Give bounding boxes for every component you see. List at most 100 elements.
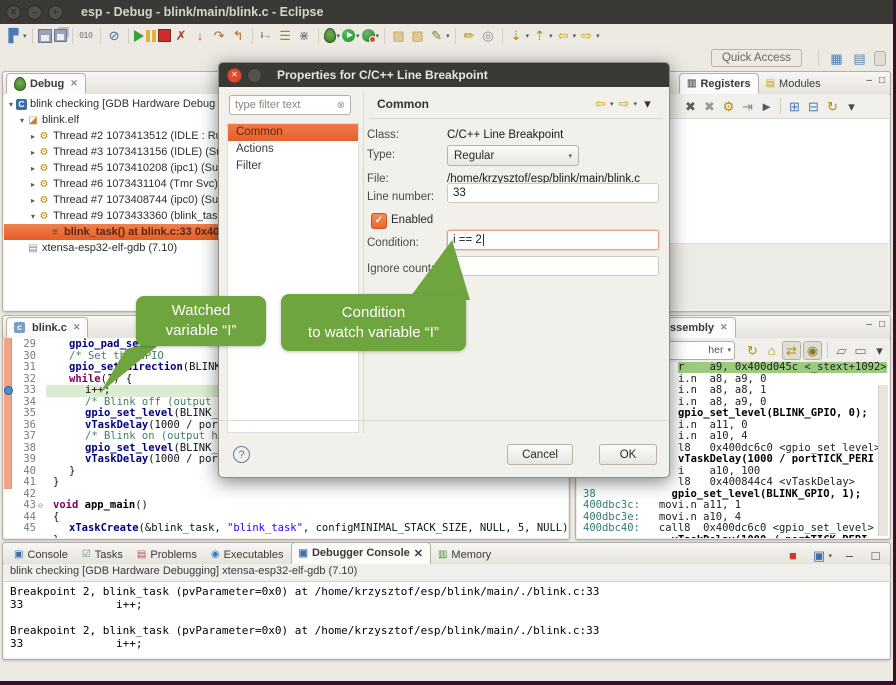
remove-selected-icon[interactable]: ✖: [682, 98, 699, 115]
display-selected-console-icon[interactable]: ▣: [810, 547, 827, 564]
mark-occurrences-icon[interactable]: ✏: [461, 27, 478, 44]
remove-selected-icon[interactable]: ✖: [682, 98, 699, 115]
expand-arrow-icon[interactable]: ▸: [28, 164, 38, 173]
tab-console[interactable]: ▣Console: [7, 545, 75, 564]
view-menu-icon[interactable]: ▾: [843, 98, 860, 115]
pin-icon[interactable]: ▭: [852, 342, 869, 359]
step-into-icon[interactable]: ↓: [192, 27, 209, 44]
cpp-perspective-icon[interactable]: ▤: [851, 50, 868, 67]
editor-line[interactable]: 43⊖void app_main(): [4, 500, 568, 512]
disassembly-scrollbar[interactable]: [878, 385, 888, 536]
type-dropdown[interactable]: Regular ▾: [447, 145, 579, 166]
window-close-icon[interactable]: ✕: [6, 5, 21, 20]
view-menu-icon[interactable]: ▾: [871, 342, 888, 359]
debug-tree-item[interactable]: ▸⚙Thread #5 1073410208 (ipc1) (Susp: [4, 160, 220, 176]
debug-tree-item[interactable]: ▸⚙Thread #3 1073413156 (IDLE) (Susp: [4, 144, 220, 160]
debug-tree-item[interactable]: ▸⚙Thread #2 1073413512 (IDLE : Runn: [4, 128, 220, 144]
filter-input[interactable]: type filter text ⊗: [229, 95, 351, 115]
binary-icon[interactable]: 010: [78, 27, 95, 44]
tab-problems[interactable]: ▤Problems: [130, 545, 204, 564]
open-perspective-icon[interactable]: ▦: [828, 50, 845, 67]
window-maximize-icon[interactable]: +: [48, 5, 63, 20]
refresh-icon[interactable]: ↻: [744, 342, 761, 359]
refresh-icon[interactable]: ↻: [824, 98, 841, 115]
maximize-icon[interactable]: □: [879, 75, 885, 86]
view-menu-icon[interactable]: ▾: [871, 342, 888, 359]
tab-modules[interactable]: ▤Modules: [759, 73, 828, 94]
minimize-icon[interactable]: –: [866, 75, 872, 86]
debug-icon[interactable]: [324, 28, 336, 43]
mark-occurrences-icon[interactable]: ✏: [461, 27, 478, 44]
home-icon[interactable]: ⌂: [763, 342, 780, 359]
forward-icon[interactable]: ⇨: [615, 95, 632, 112]
ok-button[interactable]: OK: [599, 444, 657, 465]
suspend-icon[interactable]: [146, 30, 156, 42]
condition-input[interactable]: i == 2: [447, 230, 659, 250]
back-icon[interactable]: ⇦▾: [592, 95, 614, 112]
open-perspective-icon[interactable]: ▦: [828, 50, 845, 67]
instruction-stepping-icon[interactable]: i→: [258, 27, 275, 44]
import-icon[interactable]: ⇥: [739, 98, 756, 115]
open-new-view-icon[interactable]: ▱: [833, 342, 850, 359]
terminate-icon[interactable]: ■: [784, 547, 801, 564]
expand-arrow-icon[interactable]: ▾: [6, 100, 16, 109]
external-tools-icon[interactable]: ▾: [362, 29, 380, 42]
step-return-icon[interactable]: ↰: [230, 27, 247, 44]
dropdown-caret-icon[interactable]: ▾: [356, 32, 360, 40]
collapse-all-icon[interactable]: ⊟: [805, 98, 822, 115]
view-menu-icon[interactable]: ▾: [639, 95, 656, 112]
dialog-minimize-icon[interactable]: [247, 68, 262, 83]
back-icon[interactable]: ⇦: [555, 27, 572, 44]
debug-icon[interactable]: ▾: [324, 28, 341, 43]
terminate-icon[interactable]: [158, 29, 171, 42]
step-filters-icon[interactable]: ⋇: [296, 27, 313, 44]
sync-selection-icon[interactable]: ⇄: [782, 341, 801, 360]
tab-registers[interactable]: ▥Registers: [679, 73, 759, 94]
window-minimize-icon[interactable]: –: [27, 5, 42, 20]
new-source-folder-icon[interactable]: ▨: [390, 27, 407, 44]
expand-arrow-icon[interactable]: ▸: [28, 196, 38, 205]
import-icon[interactable]: ⇥: [739, 98, 756, 115]
skip-breakpoints-icon[interactable]: ⊘: [106, 27, 123, 44]
step-into-icon[interactable]: ↓: [192, 27, 209, 44]
close-icon[interactable]: ✕: [720, 322, 728, 333]
tab-executables[interactable]: ◉Executables: [204, 545, 291, 564]
step-over-icon[interactable]: ↷: [211, 27, 228, 44]
run-icon[interactable]: ▾: [342, 29, 360, 42]
maximize-icon[interactable]: □: [867, 547, 884, 564]
close-icon[interactable]: ✕: [70, 78, 78, 89]
open-new-view-icon[interactable]: ▱: [833, 342, 850, 359]
debug-tree-item[interactable]: ▸⚙Thread #7 1073408744 (ipc0) (Susp: [4, 192, 220, 208]
enabled-checkbox[interactable]: ✓: [371, 213, 387, 229]
last-edit-location-icon[interactable]: ⇣: [508, 27, 525, 44]
dropdown-caret-icon[interactable]: ▾: [526, 32, 530, 40]
close-icon[interactable]: ✕: [414, 547, 423, 560]
save-all-icon[interactable]: [54, 29, 67, 42]
location-combo[interactable]: her ▾: [665, 341, 735, 360]
expand-all-icon[interactable]: ⊞: [786, 98, 803, 115]
resume-icon[interactable]: [134, 30, 144, 42]
dropdown-caret-icon[interactable]: ▾: [337, 32, 341, 40]
open-folder-icon[interactable]: ▧: [409, 27, 426, 44]
expand-arrow-icon[interactable]: ▸: [28, 180, 38, 189]
fold-icon[interactable]: ⊖: [38, 500, 47, 512]
debug-perspective-icon[interactable]: [874, 50, 886, 67]
annotations-icon[interactable]: ◎: [480, 27, 497, 44]
select-pointer-icon[interactable]: ►: [758, 98, 775, 115]
forward-icon[interactable]: ⇨: [578, 27, 595, 44]
debug-tree-item[interactable]: ▸⚙Thread #6 1073431104 (Tmr Svc) (S: [4, 176, 220, 192]
cancel-button[interactable]: Cancel: [507, 444, 573, 465]
back-icon[interactable]: ⇦: [592, 95, 609, 112]
pin-icon[interactable]: ▭: [852, 342, 869, 359]
terminate-icon[interactable]: ■: [784, 547, 801, 564]
view-menu-icon[interactable]: ▾: [639, 95, 656, 112]
tab-debugger-console[interactable]: ▣Debugger Console✕: [291, 542, 431, 564]
minimize-icon[interactable]: –: [841, 547, 858, 564]
resume-icon[interactable]: [134, 30, 144, 42]
next-edit-location-icon[interactable]: ⇡▾: [531, 27, 553, 44]
terminate-icon[interactable]: [158, 29, 171, 42]
debug-perspective-icon[interactable]: [874, 51, 886, 66]
editor-line[interactable]: 45xTaskCreate(&blink_task, "blink_task",…: [4, 523, 568, 535]
expand-arrow-icon[interactable]: ▾: [17, 116, 27, 125]
help-icon[interactable]: ?: [233, 446, 250, 463]
